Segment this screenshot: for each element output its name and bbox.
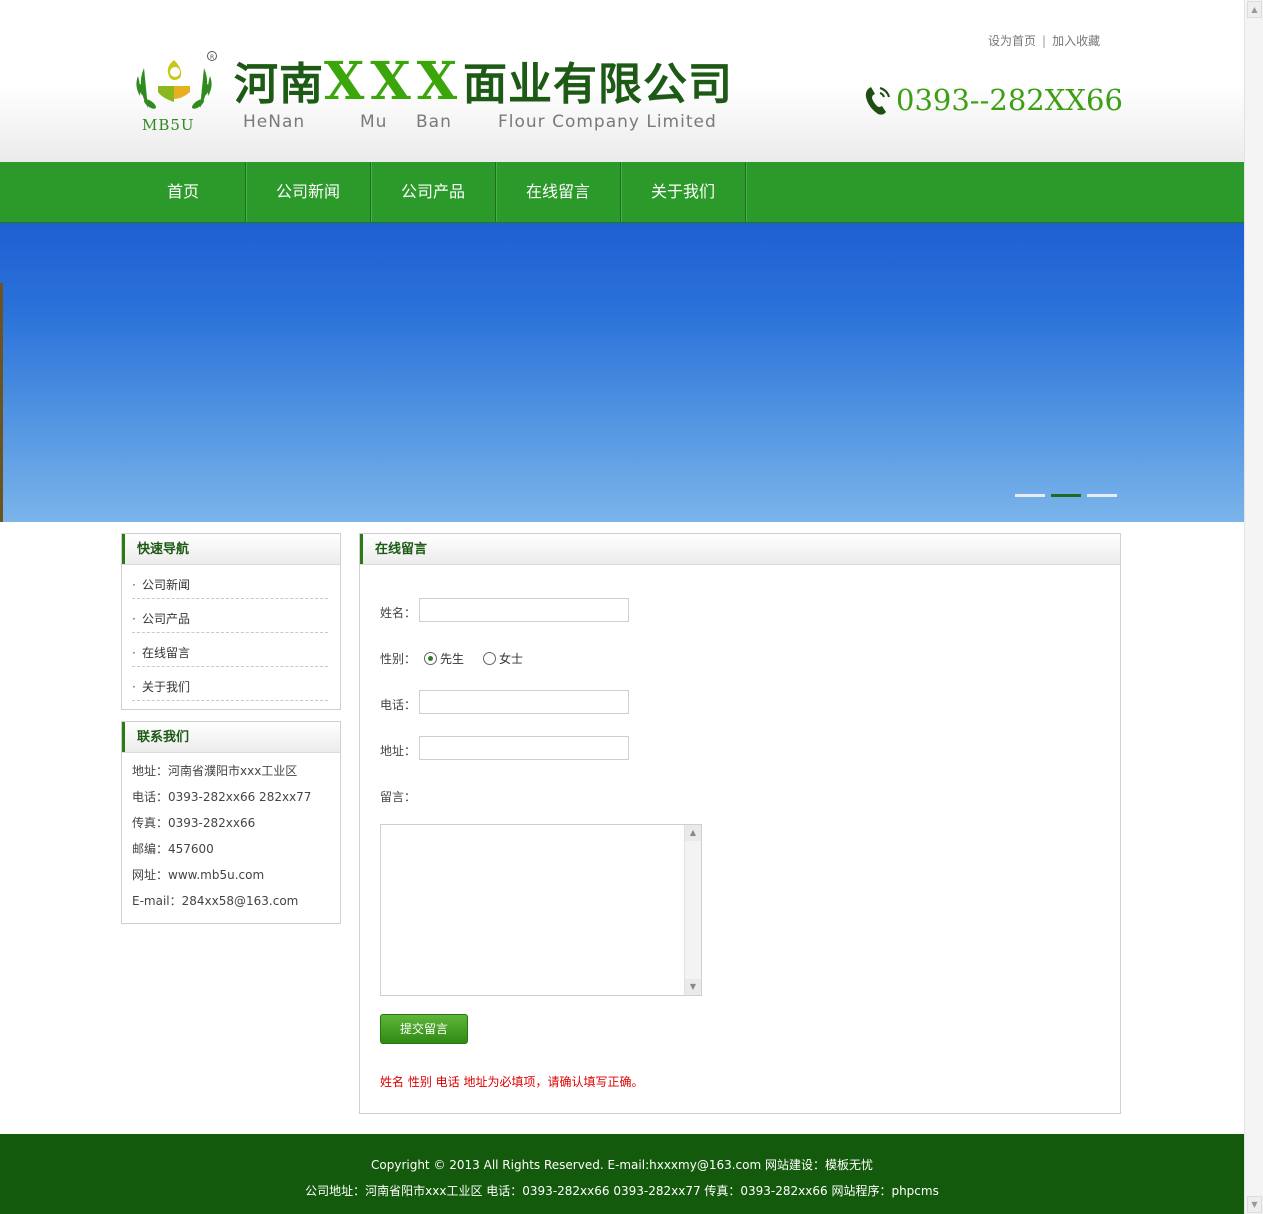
quick-nav-label: 关于我们: [142, 680, 191, 694]
banner-dot-1[interactable]: [1015, 494, 1045, 497]
quick-nav-header: 快速导航: [122, 534, 340, 565]
address-input[interactable]: [419, 736, 629, 760]
banner-dot-3[interactable]: [1087, 494, 1117, 497]
quick-nav-box: 快速导航 · 公司新闻 · 公司产品 · 在线留言 · 关于我们: [121, 533, 341, 710]
add-favorite-link[interactable]: 加入收藏: [1052, 34, 1100, 48]
quick-nav-title: 快速导航: [137, 542, 190, 557]
name-label: 姓名：: [380, 606, 417, 620]
textarea-scrollbar[interactable]: ▲ ▼: [684, 825, 701, 995]
company-en-part-2: Mu: [360, 112, 388, 132]
gender-male-radio[interactable]: 先生: [424, 650, 464, 667]
contact-postcode: 邮编：457600: [132, 842, 214, 856]
guestbook-header: 在线留言: [360, 534, 1120, 565]
page-scroll-down-icon[interactable]: ▼: [1247, 1196, 1262, 1213]
company-name-prefix: 河南: [234, 59, 324, 110]
nav-item-about[interactable]: 关于我们: [621, 162, 746, 222]
phone-input[interactable]: [419, 690, 629, 714]
quick-nav-item[interactable]: · 关于我们: [132, 667, 328, 701]
page-scroll-up-icon[interactable]: ▲: [1247, 1, 1262, 18]
gender-male-label: 先生: [440, 652, 465, 666]
radio-unchecked-icon: [483, 652, 496, 665]
contact-phone: 电话：0393-282xx66 282xx77: [132, 790, 312, 804]
contact-title: 联系我们: [137, 730, 190, 745]
nav-item-products[interactable]: 公司产品: [371, 162, 496, 222]
quick-nav-item[interactable]: · 在线留言: [132, 633, 328, 667]
company-en-part-1: HeNan: [243, 112, 306, 132]
set-homepage-link[interactable]: 设为首页: [988, 34, 1036, 48]
contact-website: 网址：www.mb5u.com: [132, 868, 265, 882]
company-en-part-3: Ban: [416, 112, 452, 132]
contact-email: E-mail：284xx58@163.com: [132, 894, 299, 908]
top-links-divider: |: [1042, 34, 1047, 48]
radio-checked-icon: [424, 652, 437, 665]
footer-address: 公司地址：河南省阳市xxx工业区 电话：0393-282xx66 0393-28…: [305, 1184, 939, 1198]
company-name: 河南XXX面业有限公司: [234, 52, 733, 112]
quick-nav-label: 公司新闻: [142, 578, 191, 592]
submit-button[interactable]: 提交留言: [380, 1014, 468, 1044]
header-accent-bar: [122, 722, 125, 752]
address-label: 地址：: [380, 744, 417, 758]
contact-box: 联系我们 地址：河南省濮阳市xxx工业区 电话：0393-282xx66 282…: [121, 721, 341, 924]
quick-nav-label: 公司产品: [142, 612, 191, 626]
banner-pagination: [1015, 494, 1117, 497]
scroll-up-icon[interactable]: ▲: [685, 825, 701, 841]
scroll-down-icon[interactable]: ▼: [685, 979, 701, 995]
gender-female-radio[interactable]: 女士: [483, 650, 523, 667]
page-scrollbar[interactable]: ▲ ▼: [1244, 0, 1263, 1214]
logo-text: MB5U: [142, 116, 195, 134]
phone-icon: [865, 87, 890, 115]
guestbook-title: 在线留言: [375, 542, 428, 557]
nav-item-guestbook[interactable]: 在线留言: [496, 162, 621, 222]
nav-item-home[interactable]: 首页: [121, 162, 246, 222]
main-nav: 首页 公司新闻 公司产品 在线留言 关于我们: [0, 162, 1244, 223]
gender-female-label: 女士: [499, 652, 524, 666]
banner-edge: [0, 283, 3, 522]
message-label: 留言：: [380, 790, 417, 804]
footer-copyright: Copyright © 2013 All Rights Reserved. E-…: [371, 1158, 873, 1172]
hotline-number: 0393--282XX66: [896, 83, 1123, 117]
top-links: 设为首页 | 加入收藏: [988, 32, 1100, 49]
svg-text:R: R: [210, 54, 214, 61]
contact-fax: 传真：0393-282xx66: [132, 816, 256, 830]
gender-label: 性别：: [380, 652, 417, 666]
phone-label: 电话：: [380, 698, 417, 712]
company-name-suffix: 面业有限公司: [463, 59, 734, 110]
name-input[interactable]: [419, 598, 629, 622]
hotline: 0393--282XX66: [864, 83, 1123, 117]
header-accent-bar: [122, 534, 125, 564]
banner-dot-2[interactable]: [1051, 494, 1081, 497]
site-footer: Copyright © 2013 All Rights Reserved. E-…: [0, 1134, 1244, 1214]
company-en-part-4: Flour Company Limited: [498, 112, 717, 132]
quick-nav-label: 在线留言: [142, 646, 191, 660]
company-name-xxx: XXX: [324, 51, 464, 112]
header-accent-bar: [360, 534, 363, 564]
contact-header: 联系我们: [122, 722, 340, 753]
site-header: 设为首页 | 加入收藏 R MB5U 河南XXX面业有限公司 HeNan Mu …: [0, 0, 1244, 162]
required-note: 姓名 性别 电话 地址为必填项，请确认填写正确。: [380, 1075, 644, 1089]
company-logo[interactable]: R MB5U: [128, 48, 220, 138]
quick-nav-item[interactable]: · 公司新闻: [132, 565, 328, 599]
banner-slideshow[interactable]: [0, 223, 1244, 522]
guestbook-box: 在线留言 姓名： 性别： 先生 女士 电话： 地址： 留言： ▲ ▼ 提交留言 …: [359, 533, 1121, 1114]
bullet-icon: ·: [132, 680, 136, 694]
nav-item-news[interactable]: 公司新闻: [246, 162, 371, 222]
quick-nav-item[interactable]: · 公司产品: [132, 599, 328, 633]
contact-address: 地址：河南省濮阳市xxx工业区: [132, 764, 298, 778]
message-textarea[interactable]: ▲ ▼: [380, 824, 702, 996]
